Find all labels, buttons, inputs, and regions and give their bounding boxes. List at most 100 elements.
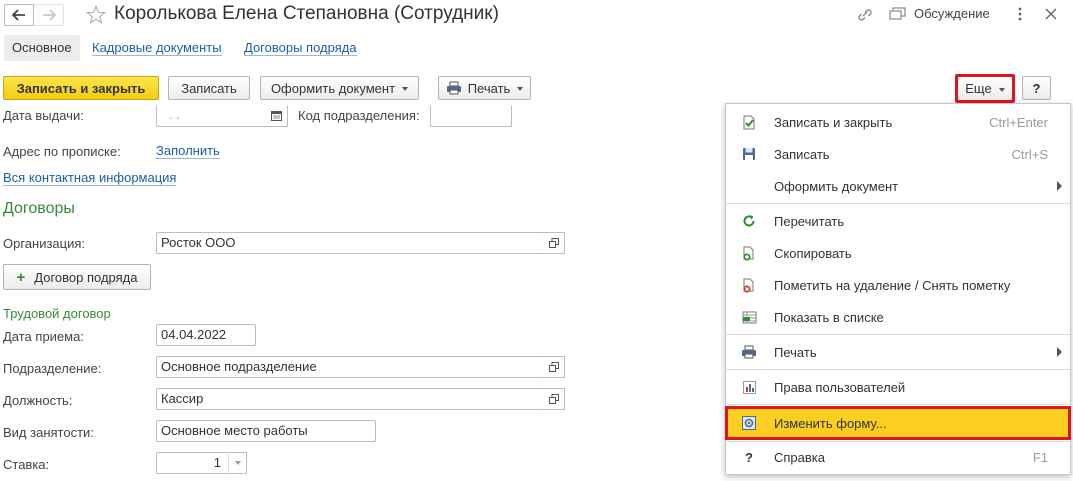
user-rights-icon — [741, 379, 757, 395]
menu-item-shortcut: F1 — [1032, 449, 1048, 465]
department-label: Подразделение: — [3, 361, 102, 376]
menu-item-shortcut: Ctrl+Enter — [989, 114, 1048, 130]
open-window-icon — [548, 394, 559, 404]
menu-item-show-in-list[interactable]: Показать в списке — [726, 302, 1070, 332]
save-close-icon — [741, 114, 757, 130]
employment-type-label: Вид занятости: — [3, 425, 94, 440]
discussion-button[interactable]: Обсуждение — [914, 6, 990, 21]
menu-item-mark-delete[interactable]: Пометить на удаление / Снять пометку — [726, 270, 1070, 300]
more-menu: Записать и закрыть Ctrl+Enter Записать C… — [725, 103, 1071, 475]
menu-item-label: Записать и закрыть — [774, 114, 893, 130]
menu-separator — [726, 203, 1070, 204]
arrow-left-icon — [12, 9, 25, 21]
hire-date-field[interactable]: 04.04.2022 — [156, 324, 256, 346]
print-button[interactable]: Печать — [438, 76, 531, 100]
issue-date-label: Дата выдачи: — [3, 108, 84, 123]
menu-item-save[interactable]: Записать Ctrl+S — [726, 139, 1070, 169]
open-window-icon — [548, 362, 559, 372]
chevron-right-icon — [1057, 347, 1062, 357]
more-label: Еще — [965, 81, 992, 96]
make-document-button[interactable]: Оформить документ — [260, 76, 419, 100]
registration-address-label: Адрес по прописке: — [3, 144, 121, 159]
menu-item-label: Скопировать — [774, 245, 852, 261]
fill-address-link[interactable]: Заполнить — [156, 144, 220, 159]
favorite-star-icon[interactable] — [85, 4, 107, 28]
menu-item-label: Справка — [774, 449, 825, 465]
menu-item-reread[interactable]: Перечитать — [726, 206, 1070, 236]
hire-date-label: Дата приема: — [3, 329, 84, 344]
save-and-close-button[interactable]: Записать и закрыть — [3, 76, 159, 100]
menu-item-label: Показать в списке — [774, 309, 884, 325]
menu-separator — [726, 334, 1070, 335]
discussion-icon[interactable] — [889, 7, 906, 25]
contracts-section-title: Договоры — [3, 200, 75, 217]
save-label: Записать — [181, 80, 237, 96]
employment-type-field[interactable]: Основное место работы — [156, 420, 376, 442]
page-title: Королькова Елена Степановна (Сотрудник) — [114, 3, 499, 24]
chevron-right-icon — [1057, 181, 1062, 191]
rate-dropdown-button[interactable] — [228, 452, 247, 474]
tab-osnovnoe[interactable]: Основное — [4, 35, 80, 61]
all-contacts-link[interactable]: Вся контактная информация — [3, 171, 177, 186]
link-icon[interactable] — [856, 7, 874, 26]
chevron-down-icon — [998, 87, 1005, 92]
close-icon[interactable] — [1045, 8, 1057, 23]
forward-button[interactable] — [34, 4, 64, 26]
help-button[interactable]: ? — [1022, 76, 1051, 100]
position-field[interactable]: Кассир — [156, 388, 544, 410]
menu-item-label: Перечитать — [774, 213, 845, 229]
save-and-close-label: Записать и закрыть — [16, 80, 146, 96]
menu-item-label: Записать — [774, 146, 830, 162]
save-button[interactable]: Записать — [168, 76, 250, 100]
menu-item-user-rights[interactable]: Права пользователей — [726, 372, 1070, 402]
menu-item-label: Изменить форму... — [774, 415, 887, 431]
refresh-icon — [741, 213, 757, 229]
printer-icon — [741, 344, 757, 360]
calendar-icon[interactable] — [271, 111, 282, 121]
menu-separator — [726, 404, 1070, 405]
back-button[interactable] — [4, 4, 34, 26]
show-in-list-icon — [741, 309, 757, 325]
rate-field[interactable]: 1 — [156, 452, 230, 474]
open-department-button[interactable] — [543, 356, 565, 378]
issue-date-value: . . — [169, 107, 180, 122]
menu-item-help[interactable]: ? Справка F1 — [726, 442, 1070, 472]
more-button[interactable]: Еще — [955, 74, 1015, 103]
department-field[interactable]: Основное подразделение — [156, 356, 544, 378]
organization-label: Организация: — [3, 236, 86, 251]
chevron-down-icon — [234, 461, 241, 465]
issue-date-field[interactable]: . . — [156, 105, 288, 127]
add-contract-button[interactable]: + Договор подряда — [3, 264, 151, 290]
menu-separator — [726, 369, 1070, 370]
copy-icon — [741, 245, 757, 261]
menu-item-save-close[interactable]: Записать и закрыть Ctrl+Enter — [726, 107, 1070, 137]
floppy-disk-icon — [741, 146, 757, 162]
tab-contracts[interactable]: Договоры подряда — [244, 41, 357, 56]
menu-item-label: Оформить документ — [774, 178, 899, 194]
print-label: Печать — [467, 80, 511, 96]
menu-item-shortcut: Ctrl+S — [1011, 146, 1048, 162]
menu-item-copy[interactable]: Скопировать — [726, 238, 1070, 268]
labor-contract-section-title: Трудовой договор — [3, 306, 111, 321]
chevron-down-icon — [402, 87, 409, 91]
plus-icon: + — [16, 268, 26, 286]
add-contract-label: Договор подряда — [34, 269, 138, 285]
help-icon: ? — [745, 449, 753, 465]
tab-hr-documents[interactable]: Кадровые документы — [92, 41, 222, 56]
menu-item-change-form[interactable]: Изменить форму... — [725, 406, 1071, 440]
make-document-label: Оформить документ — [270, 80, 396, 96]
printer-icon — [446, 81, 461, 95]
arrow-right-icon — [42, 9, 56, 21]
menu-item-make-document[interactable]: Оформить документ — [726, 171, 1070, 201]
organization-field[interactable]: Росток ООО — [156, 232, 544, 254]
menu-item-label: Права пользователей — [774, 379, 906, 395]
open-organization-button[interactable] — [543, 232, 565, 254]
menu-item-label: Пометить на удаление / Снять пометку — [774, 277, 1011, 293]
more-vertical-icon[interactable] — [1017, 6, 1023, 25]
menu-item-label: Печать — [774, 344, 817, 360]
division-code-label: Код подразделения: — [298, 108, 420, 123]
division-code-field[interactable] — [430, 105, 512, 127]
menu-item-print[interactable]: Печать — [726, 337, 1070, 367]
position-label: Должность: — [3, 393, 73, 408]
open-position-button[interactable] — [543, 388, 565, 410]
